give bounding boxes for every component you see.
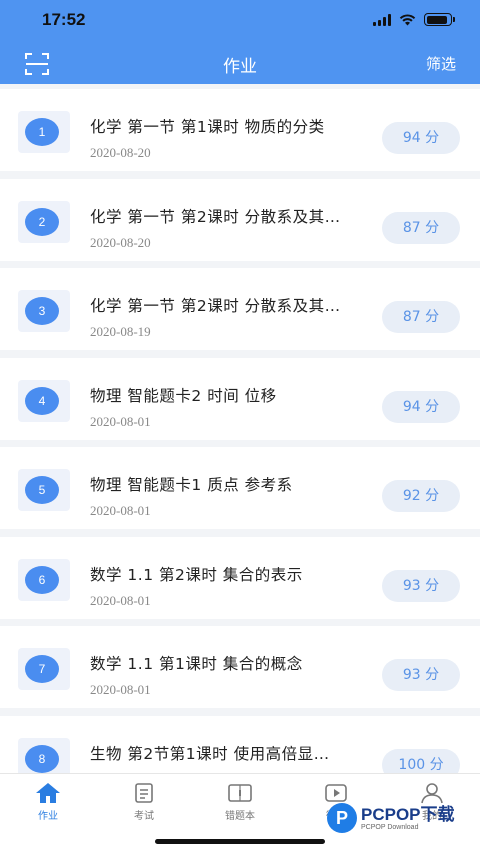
score-badge[interactable]: 87 分 bbox=[382, 212, 460, 244]
battery-icon bbox=[424, 13, 455, 26]
assignment-list: 1 化学 第一节 第1课时 物质的分类 2020-08-20 94 分 2 化学… bbox=[0, 84, 480, 773]
watermark: P PCPOP下载 PCPOP Download bbox=[327, 803, 455, 833]
tab-label: 作业 bbox=[38, 811, 58, 822]
exam-icon bbox=[135, 783, 153, 803]
assignment-icon: 5 bbox=[18, 469, 70, 511]
tab-exam[interactable]: 考试 bbox=[104, 782, 184, 822]
assignment-icon: 2 bbox=[18, 201, 70, 243]
tab-homework[interactable]: 作业 bbox=[8, 782, 88, 822]
score-badge[interactable]: 94 分 bbox=[382, 122, 460, 154]
assignment-number: 1 bbox=[25, 118, 59, 146]
assignment-title: 物理 智能题卡1 质点 参考系 bbox=[90, 476, 293, 494]
assignment-number: 4 bbox=[25, 387, 59, 415]
tab-label: 错题本 bbox=[225, 811, 255, 822]
watermark-logo-icon: P bbox=[327, 803, 357, 833]
score-badge[interactable]: 93 分 bbox=[382, 659, 460, 691]
assignment-card[interactable]: 4 物理 智能题卡2 时间 位移 2020-08-01 94 分 bbox=[0, 358, 480, 440]
assignment-date: 2020-08-19 bbox=[90, 324, 151, 339]
score-badge[interactable]: 92 分 bbox=[382, 480, 460, 512]
assignment-date: 2020-08-01 bbox=[90, 503, 151, 518]
status-bar: 17:52 bbox=[0, 0, 480, 44]
user-icon bbox=[421, 783, 443, 804]
watermark-text: PCPOP下载 bbox=[361, 804, 455, 824]
assignment-number: 5 bbox=[25, 476, 59, 504]
assignment-date: 2020-08-20 bbox=[90, 235, 151, 250]
filter-button[interactable]: 筛选 bbox=[426, 53, 456, 74]
assignment-icon: 1 bbox=[18, 111, 70, 153]
assignment-date: 2020-08-20 bbox=[90, 145, 151, 160]
nav-bar: 作业 筛选 bbox=[0, 44, 480, 84]
assignment-card[interactable]: 8 生物 第2节第1课时 使用高倍显… 2020-08-01 100 分 bbox=[0, 716, 480, 773]
assignment-card[interactable]: 1 化学 第一节 第1课时 物质的分类 2020-08-20 94 分 bbox=[0, 89, 480, 171]
assignment-card[interactable]: 6 数学 1.1 第2课时 集合的表示 2020-08-01 93 分 bbox=[0, 537, 480, 619]
assignment-icon: 7 bbox=[18, 648, 70, 690]
assignment-icon: 4 bbox=[18, 380, 70, 422]
watermark-subtext: PCPOP Download bbox=[361, 823, 419, 831]
status-icons bbox=[373, 13, 455, 26]
assignment-title: 数学 1.1 第1课时 集合的概念 bbox=[90, 655, 303, 673]
assignment-number: 6 bbox=[25, 566, 59, 594]
assignment-title: 化学 第一节 第1课时 物质的分类 bbox=[90, 118, 325, 136]
book-icon bbox=[228, 784, 252, 802]
assignment-date: 2020-08-01 bbox=[90, 682, 151, 697]
assignment-title: 数学 1.1 第2课时 集合的表示 bbox=[90, 566, 303, 584]
assignment-date: 2020-08-01 bbox=[90, 593, 151, 608]
assignment-title: 化学 第一节 第2课时 分散系及其… bbox=[90, 208, 341, 226]
wifi-icon bbox=[399, 13, 416, 25]
cellular-signal-icon bbox=[373, 13, 391, 26]
assignment-card[interactable]: 3 化学 第一节 第2课时 分散系及其… 2020-08-19 87 分 bbox=[0, 268, 480, 350]
status-time: 17:52 bbox=[42, 10, 86, 29]
assignment-number: 8 bbox=[25, 745, 59, 773]
assignment-card[interactable]: 2 化学 第一节 第2课时 分散系及其… 2020-08-20 87 分 bbox=[0, 179, 480, 261]
assignment-card[interactable]: 5 物理 智能题卡1 质点 参考系 2020-08-01 92 分 bbox=[0, 447, 480, 529]
assignment-icon: 3 bbox=[18, 290, 70, 332]
home-icon bbox=[36, 783, 60, 803]
tab-label: 考试 bbox=[134, 811, 154, 822]
assignment-number: 2 bbox=[25, 208, 59, 236]
home-indicator[interactable] bbox=[155, 839, 325, 844]
score-badge[interactable]: 93 分 bbox=[382, 570, 460, 602]
score-badge[interactable]: 87 分 bbox=[382, 301, 460, 333]
assignment-date: 2020-08-01 bbox=[90, 414, 151, 429]
assignment-title: 化学 第一节 第2课时 分散系及其… bbox=[90, 297, 341, 315]
page-title: 作业 bbox=[223, 57, 257, 77]
assignment-icon: 6 bbox=[18, 559, 70, 601]
score-badge[interactable]: 94 分 bbox=[382, 391, 460, 423]
tab-mistakes[interactable]: 错题本 bbox=[200, 782, 280, 822]
video-icon bbox=[325, 784, 347, 802]
assignment-title: 生物 第2节第1课时 使用高倍显… bbox=[90, 745, 330, 763]
assignment-card[interactable]: 7 数学 1.1 第1课时 集合的概念 2020-08-01 93 分 bbox=[0, 626, 480, 708]
assignment-number: 3 bbox=[25, 297, 59, 325]
assignment-title: 物理 智能题卡2 时间 位移 bbox=[90, 387, 277, 405]
assignment-icon: 8 bbox=[18, 738, 70, 773]
assignment-number: 7 bbox=[25, 655, 59, 683]
score-badge[interactable]: 100 分 bbox=[382, 749, 460, 773]
